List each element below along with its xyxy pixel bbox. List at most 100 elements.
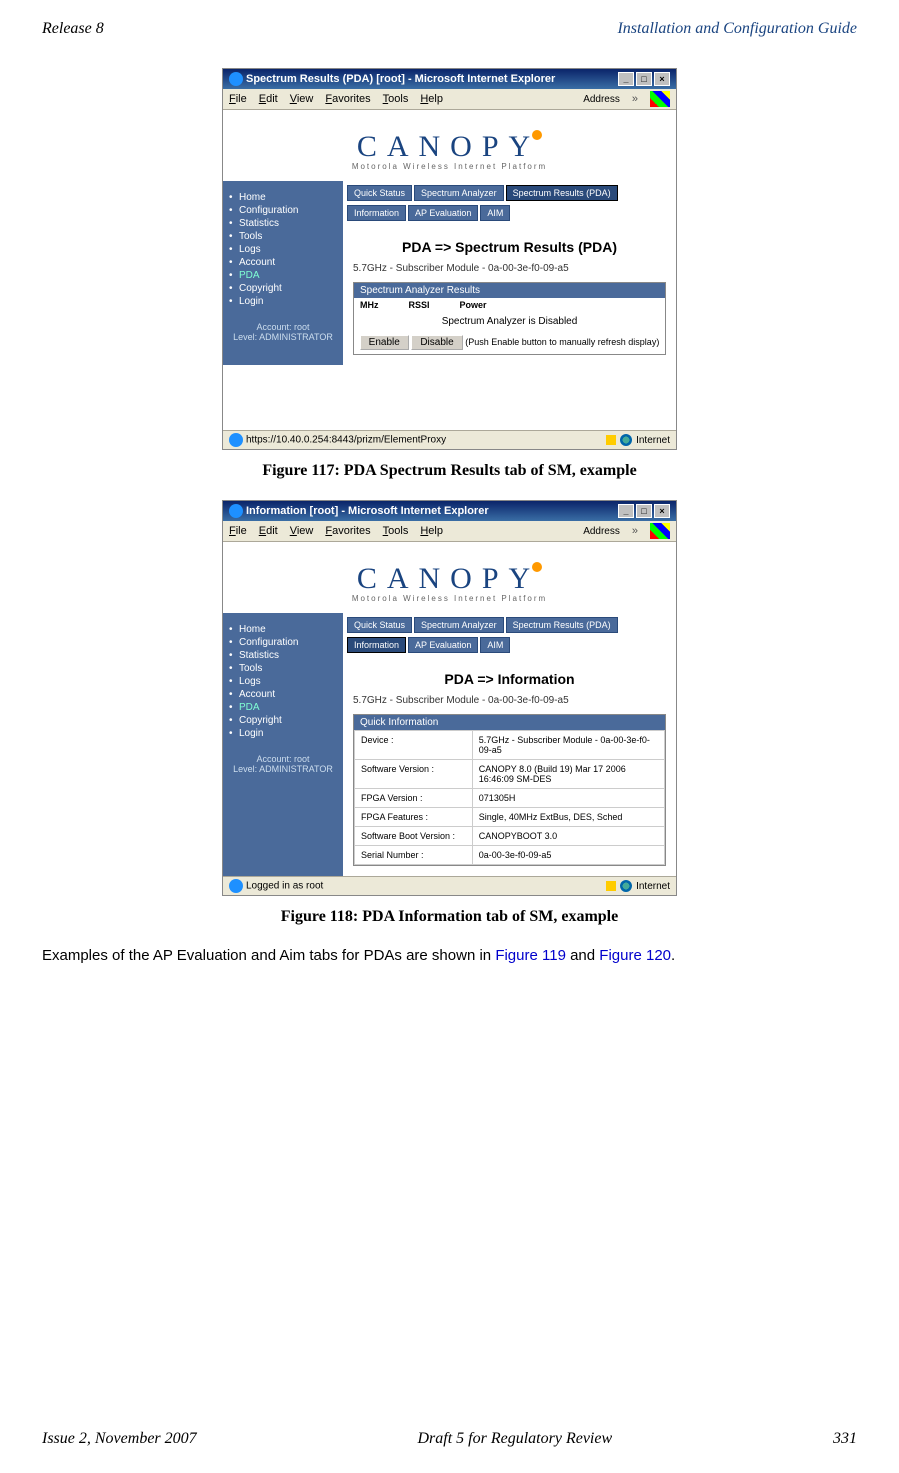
menu-file[interactable]: File: [229, 93, 247, 105]
menu-view[interactable]: View: [290, 93, 314, 105]
sidebar-item-tools[interactable]: Tools: [229, 230, 337, 243]
sidebar-item-logs[interactable]: Logs: [229, 675, 337, 688]
sidebar-item-login[interactable]: Login: [229, 727, 337, 740]
sidebar-item-home[interactable]: Home: [229, 191, 337, 204]
screenshot-1: Spectrum Results (PDA) [root] - Microsof…: [222, 68, 677, 450]
column-headers: MHz RSSI Power: [354, 298, 665, 312]
tab-spectrum-results[interactable]: Spectrum Results (PDA): [506, 185, 618, 201]
tab-ap-evaluation[interactable]: AP Evaluation: [408, 637, 478, 653]
sidebar-item-account[interactable]: Account: [229, 688, 337, 701]
sidebar-item-statistics[interactable]: Statistics: [229, 217, 337, 230]
sidebar-item-login[interactable]: Login: [229, 295, 337, 308]
tab-quick-status[interactable]: Quick Status: [347, 185, 412, 201]
lock-icon: [606, 435, 616, 445]
tab-spectrum-analyzer[interactable]: Spectrum Analyzer: [414, 617, 504, 633]
sidebar-item-configuration[interactable]: Configuration: [229, 636, 337, 649]
screenshot-2: Information [root] - Microsoft Internet …: [222, 500, 677, 896]
minimize-icon[interactable]: _: [618, 504, 634, 518]
info-value: Single, 40MHz ExtBus, DES, Sched: [472, 808, 664, 827]
info-value: CANOPYBOOT 3.0: [472, 827, 664, 846]
canopy-logo: CANOPY: [223, 130, 676, 164]
col-rssi: RSSI: [409, 300, 430, 310]
link-figure-120[interactable]: Figure 120: [599, 947, 671, 964]
link-figure-119[interactable]: Figure 119: [495, 947, 566, 964]
info-label: FPGA Version :: [355, 789, 473, 808]
lock-icon: [606, 881, 616, 891]
tab-aim[interactable]: AIM: [480, 637, 510, 653]
info-label: FPGA Features :: [355, 808, 473, 827]
account-label: Account: root: [229, 322, 337, 332]
table-row: Software Boot Version :CANOPYBOOT 3.0: [355, 827, 665, 846]
body-paragraph: Examples of the AP Evaluation and Aim ta…: [42, 946, 857, 966]
page-title: PDA => Spectrum Results (PDA): [353, 239, 666, 255]
close-icon[interactable]: ×: [654, 72, 670, 86]
minimize-icon[interactable]: _: [618, 72, 634, 86]
tab-spectrum-analyzer[interactable]: Spectrum Analyzer: [414, 185, 504, 201]
page-footer: Issue 2, November 2007 Draft 5 for Regul…: [42, 1430, 857, 1448]
panel-header: Quick Information: [354, 715, 665, 730]
maximize-icon[interactable]: □: [636, 72, 652, 86]
status-zone: Internet: [636, 435, 670, 446]
ie-icon: [229, 879, 243, 893]
disabled-message: Spectrum Analyzer is Disabled: [354, 312, 665, 331]
sidebar-item-configuration[interactable]: Configuration: [229, 204, 337, 217]
menu-tools[interactable]: Tools: [383, 525, 409, 537]
sidebar-item-home[interactable]: Home: [229, 623, 337, 636]
info-label: Software Version :: [355, 760, 473, 789]
info-table: Device :5.7GHz - Subscriber Module - 0a-…: [354, 730, 665, 865]
table-row: Software Version :CANOPY 8.0 (Build 19) …: [355, 760, 665, 789]
sidebar-item-pda[interactable]: PDA: [229, 701, 337, 714]
disable-button[interactable]: Disable: [411, 335, 462, 350]
sidebar-item-account[interactable]: Account: [229, 256, 337, 269]
titlebar: Information [root] - Microsoft Internet …: [223, 501, 676, 521]
menu-favorites[interactable]: Favorites: [325, 525, 370, 537]
tab-aim[interactable]: AIM: [480, 205, 510, 221]
menu-help[interactable]: Help: [420, 525, 443, 537]
logo-dot-icon: [532, 130, 542, 140]
content-area: CANOPY Motorola Wireless Internet Platfo…: [223, 542, 676, 876]
tab-ap-evaluation[interactable]: AP Evaluation: [408, 205, 478, 221]
ie-icon: [229, 433, 243, 447]
sidebar-item-tools[interactable]: Tools: [229, 662, 337, 675]
close-icon[interactable]: ×: [654, 504, 670, 518]
tab-quick-status[interactable]: Quick Status: [347, 617, 412, 633]
sidebar: Home Configuration Statistics Tools Logs…: [223, 613, 343, 876]
menu-file[interactable]: File: [229, 525, 247, 537]
chevron-icon[interactable]: »: [632, 93, 638, 105]
chevron-icon[interactable]: »: [632, 525, 638, 537]
logo-area: CANOPY Motorola Wireless Internet Platfo…: [223, 110, 676, 181]
info-value: 071305H: [472, 789, 664, 808]
info-label: Serial Number :: [355, 846, 473, 865]
sidebar-item-copyright[interactable]: Copyright: [229, 714, 337, 727]
menu-favorites[interactable]: Favorites: [325, 93, 370, 105]
sidebar-item-pda[interactable]: PDA: [229, 269, 337, 282]
col-mhz: MHz: [360, 300, 379, 310]
menu-tools[interactable]: Tools: [383, 93, 409, 105]
globe-icon: [620, 434, 632, 446]
panel-header: Spectrum Analyzer Results: [354, 283, 665, 298]
menu-edit[interactable]: Edit: [259, 93, 278, 105]
body-text-3: .: [671, 947, 675, 964]
info-label: Device :: [355, 731, 473, 760]
info-label: Software Boot Version :: [355, 827, 473, 846]
device-info: 5.7GHz - Subscriber Module - 0a-00-3e-f0…: [353, 695, 666, 706]
globe-icon: [620, 880, 632, 892]
menu-help[interactable]: Help: [420, 93, 443, 105]
address-label: Address: [583, 94, 620, 105]
enable-button[interactable]: Enable: [360, 335, 409, 350]
status-zone: Internet: [636, 881, 670, 892]
logo-area: CANOPY Motorola Wireless Internet Platfo…: [223, 542, 676, 613]
maximize-icon[interactable]: □: [636, 504, 652, 518]
table-row: Device :5.7GHz - Subscriber Module - 0a-…: [355, 731, 665, 760]
page-title: PDA => Information: [353, 671, 666, 687]
tab-information[interactable]: Information: [347, 205, 406, 221]
menu-view[interactable]: View: [290, 525, 314, 537]
tab-information[interactable]: Information: [347, 637, 406, 653]
figure-117-caption: Figure 117: PDA Spectrum Results tab of …: [42, 462, 857, 480]
button-note: (Push Enable button to manually refresh …: [465, 337, 659, 347]
sidebar-item-statistics[interactable]: Statistics: [229, 649, 337, 662]
tab-spectrum-results[interactable]: Spectrum Results (PDA): [506, 617, 618, 633]
sidebar-item-copyright[interactable]: Copyright: [229, 282, 337, 295]
menu-edit[interactable]: Edit: [259, 525, 278, 537]
sidebar-item-logs[interactable]: Logs: [229, 243, 337, 256]
